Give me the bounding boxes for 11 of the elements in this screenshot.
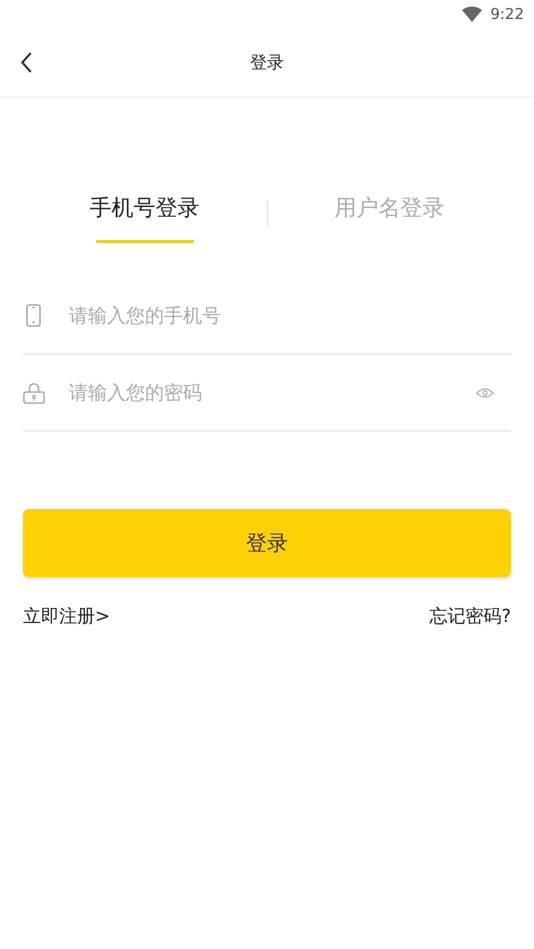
page-title: 登录 [250,52,284,74]
wifi-icon [462,6,482,22]
text-field[interactable]: 请输入您的手机号 [69,298,511,332]
lock-icon [23,380,45,404]
back-icon[interactable] [20,52,33,72]
login-button[interactable]: 登录 [23,509,511,577]
register-link[interactable]: 立即注册> [23,604,110,628]
text-field[interactable]: 请输入您的密码 [69,376,476,410]
status-time: 9:22 [490,5,524,23]
login-tab[interactable]: 手机号登录 [22,183,266,243]
forgot-password-link[interactable]: 忘记密码? [429,604,511,628]
